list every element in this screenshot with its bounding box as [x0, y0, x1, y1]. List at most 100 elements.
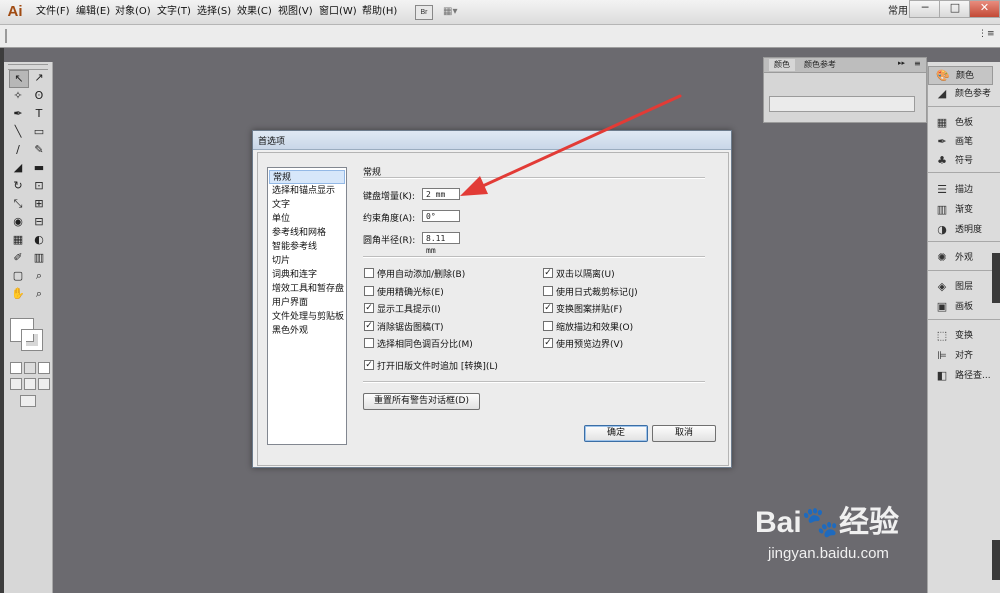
draw-normal-icon[interactable] [10, 378, 22, 390]
zoom-tool-icon[interactable]: ⌕ [30, 286, 48, 302]
option-checkbox[interactable]: ✓ [364, 320, 374, 331]
eyedropper-tool-icon[interactable]: ✐ [9, 250, 27, 266]
draw-behind-icon[interactable] [24, 378, 36, 390]
option-label[interactable]: 使用精确光标(E) [377, 285, 444, 298]
draw-inside-icon[interactable] [38, 378, 50, 390]
nav-item[interactable]: 文字 [269, 198, 345, 212]
ok-button[interactable]: 确定 [584, 425, 648, 442]
option-label[interactable]: 打开旧版文件时追加 [转换](L) [377, 359, 498, 372]
minimize-button[interactable]: ─ [909, 0, 941, 18]
type-tool-icon[interactable]: T [30, 106, 48, 122]
reset-warnings-button[interactable]: 重置所有警告对话框(D) [363, 393, 480, 410]
option-checkbox[interactable]: ✓ [364, 303, 374, 313]
option-label[interactable]: 双击以隔离(U) [556, 267, 615, 280]
mesh-tool-icon[interactable]: ▦ [9, 232, 27, 248]
constrain-angle-input[interactable]: 0° [422, 210, 460, 222]
option-label[interactable]: 选择相同色调百分比(M) [377, 337, 473, 350]
dock-scroll-handle-lower[interactable] [992, 540, 1000, 580]
dock-item-align[interactable]: ⊫ 对齐 [928, 347, 993, 366]
tab-color-guide[interactable]: 颜色参考 [798, 59, 842, 71]
option-checkbox[interactable]: ✓ [364, 359, 374, 370]
menu-select[interactable]: 选择(S) [197, 0, 231, 24]
dock-item-artboards[interactable]: ▣ 画板 [928, 298, 993, 317]
menu-effect[interactable]: 效果(C) [237, 0, 272, 24]
nav-item[interactable]: 切片 [269, 254, 345, 268]
selection-tool-icon[interactable]: ↖ [9, 70, 29, 88]
slice-tool-icon[interactable]: ⌕ [30, 268, 48, 284]
option-checkbox[interactable] [364, 338, 374, 348]
menu-type[interactable]: 文字(T) [157, 0, 191, 24]
nav-item[interactable]: 用户界面 [269, 296, 345, 310]
blob-brush-tool-icon[interactable]: ◢ [9, 160, 27, 176]
gradient-tool-icon[interactable]: ◐ [30, 232, 48, 248]
option-label[interactable]: 消除锯齿图稿(T) [377, 320, 444, 333]
dock-item-color[interactable]: 🎨 颜色 [928, 66, 993, 85]
screen-mode-icon[interactable] [20, 395, 36, 407]
workspace-switcher[interactable]: 常用 [888, 0, 908, 24]
option-checkbox[interactable]: ✓ [543, 338, 553, 348]
option-checkbox[interactable]: ✓ [543, 303, 553, 313]
dock-item-pathfinder[interactable]: ◧ 路径查... [928, 367, 993, 386]
maximize-button[interactable]: □ [939, 0, 971, 18]
menu-window[interactable]: 窗口(W) [319, 0, 357, 24]
dock-item-symbols[interactable]: ♣ 符号 [928, 152, 993, 171]
shape-builder-tool-icon[interactable]: ◉ [9, 214, 27, 230]
nav-item[interactable]: 选择和锚点显示 [269, 184, 345, 198]
warp-tool-icon[interactable]: ⤡ [9, 196, 27, 212]
dock-item-swatches[interactable]: ▦ 色板 [928, 114, 993, 133]
panel-menu-icon[interactable]: ≡ [914, 59, 921, 68]
nav-item[interactable]: 智能参考线 [269, 240, 345, 254]
option-checkbox[interactable]: ✓ [543, 268, 553, 278]
nav-item[interactable]: 文件处理与剪贴板 [269, 310, 345, 324]
option-label[interactable]: 使用预览边界(V) [556, 337, 623, 350]
collapse-panel-icon[interactable]: ▸▸ [898, 59, 905, 67]
dock-item-appearance[interactable]: ✺ 外观 [928, 249, 993, 268]
nav-item[interactable]: 参考线和网格 [269, 226, 345, 240]
dock-item-transparency[interactable]: ◑ 透明度 [928, 221, 993, 240]
nav-item[interactable]: 常规 [269, 170, 345, 184]
hand-tool-icon[interactable]: ✋ [9, 286, 27, 302]
free-transform-tool-icon[interactable]: ⊞ [30, 196, 48, 212]
scale-tool-icon[interactable]: ⊡ [30, 178, 48, 194]
rotate-tool-icon[interactable]: ↻ [9, 178, 27, 194]
dock-item-gradient[interactable]: ▥ 渐变 [928, 201, 993, 220]
gradient-mode-icon[interactable] [24, 362, 36, 374]
cancel-button[interactable]: 取消 [652, 425, 716, 442]
paintbrush-tool-icon[interactable]: ∕ [9, 142, 27, 158]
line-segment-tool-icon[interactable]: ╲ [9, 124, 27, 140]
menu-object[interactable]: 对象(O) [115, 0, 151, 24]
control-menu-icon[interactable]: ⋮≡ [978, 29, 995, 39]
rectangle-tool-icon[interactable]: ▭ [30, 124, 48, 140]
option-label[interactable]: 显示工具提示(I) [377, 302, 441, 315]
option-checkbox[interactable] [543, 320, 553, 331]
menu-help[interactable]: 帮助(H) [362, 0, 397, 24]
option-checkbox[interactable] [364, 268, 374, 278]
option-label[interactable]: 使用日式裁剪标记(J) [556, 285, 638, 298]
corner-radius-input[interactable]: 8.11 mm [422, 232, 460, 255]
stroke-swatch[interactable] [21, 329, 43, 351]
arrange-documents-icon[interactable]: ▦▾ [443, 5, 463, 18]
nav-item[interactable]: 单位 [269, 212, 345, 226]
close-button[interactable]: ✕ [969, 0, 1000, 18]
color-mode-icon[interactable] [10, 362, 22, 374]
option-label[interactable]: 停用自动添加/删除(B) [377, 267, 465, 280]
magic-wand-tool-icon[interactable]: ✧ [9, 88, 27, 104]
perspective-grid-tool-icon[interactable]: ⊟ [30, 214, 48, 230]
nav-item[interactable]: 黑色外观 [269, 324, 345, 338]
option-checkbox[interactable] [364, 285, 374, 296]
menu-file[interactable]: 文件(F) [36, 0, 70, 24]
nav-item[interactable]: 增效工具和暂存盘 [269, 282, 345, 296]
none-mode-icon[interactable] [38, 362, 50, 374]
bridge-icon[interactable]: Br [415, 5, 433, 20]
dock-item-color-guide[interactable]: ◢ 颜色参考 [928, 85, 993, 104]
dock-scroll-handle[interactable] [992, 253, 1000, 303]
dock-item-brushes[interactable]: ✒ 画笔 [928, 133, 993, 152]
lasso-tool-icon[interactable]: ʘ [30, 88, 48, 104]
graph-tool-icon[interactable]: ▥ [30, 250, 48, 266]
eraser-tool-icon[interactable]: ▬ [30, 160, 48, 176]
tab-color[interactable]: 颜色 [769, 59, 795, 71]
pen-tool-icon[interactable]: ✒ [9, 106, 27, 122]
direct-selection-tool-icon[interactable]: ↗ [30, 70, 48, 86]
control-bar-grip[interactable] [5, 29, 7, 43]
menu-edit[interactable]: 编辑(E) [76, 0, 110, 24]
